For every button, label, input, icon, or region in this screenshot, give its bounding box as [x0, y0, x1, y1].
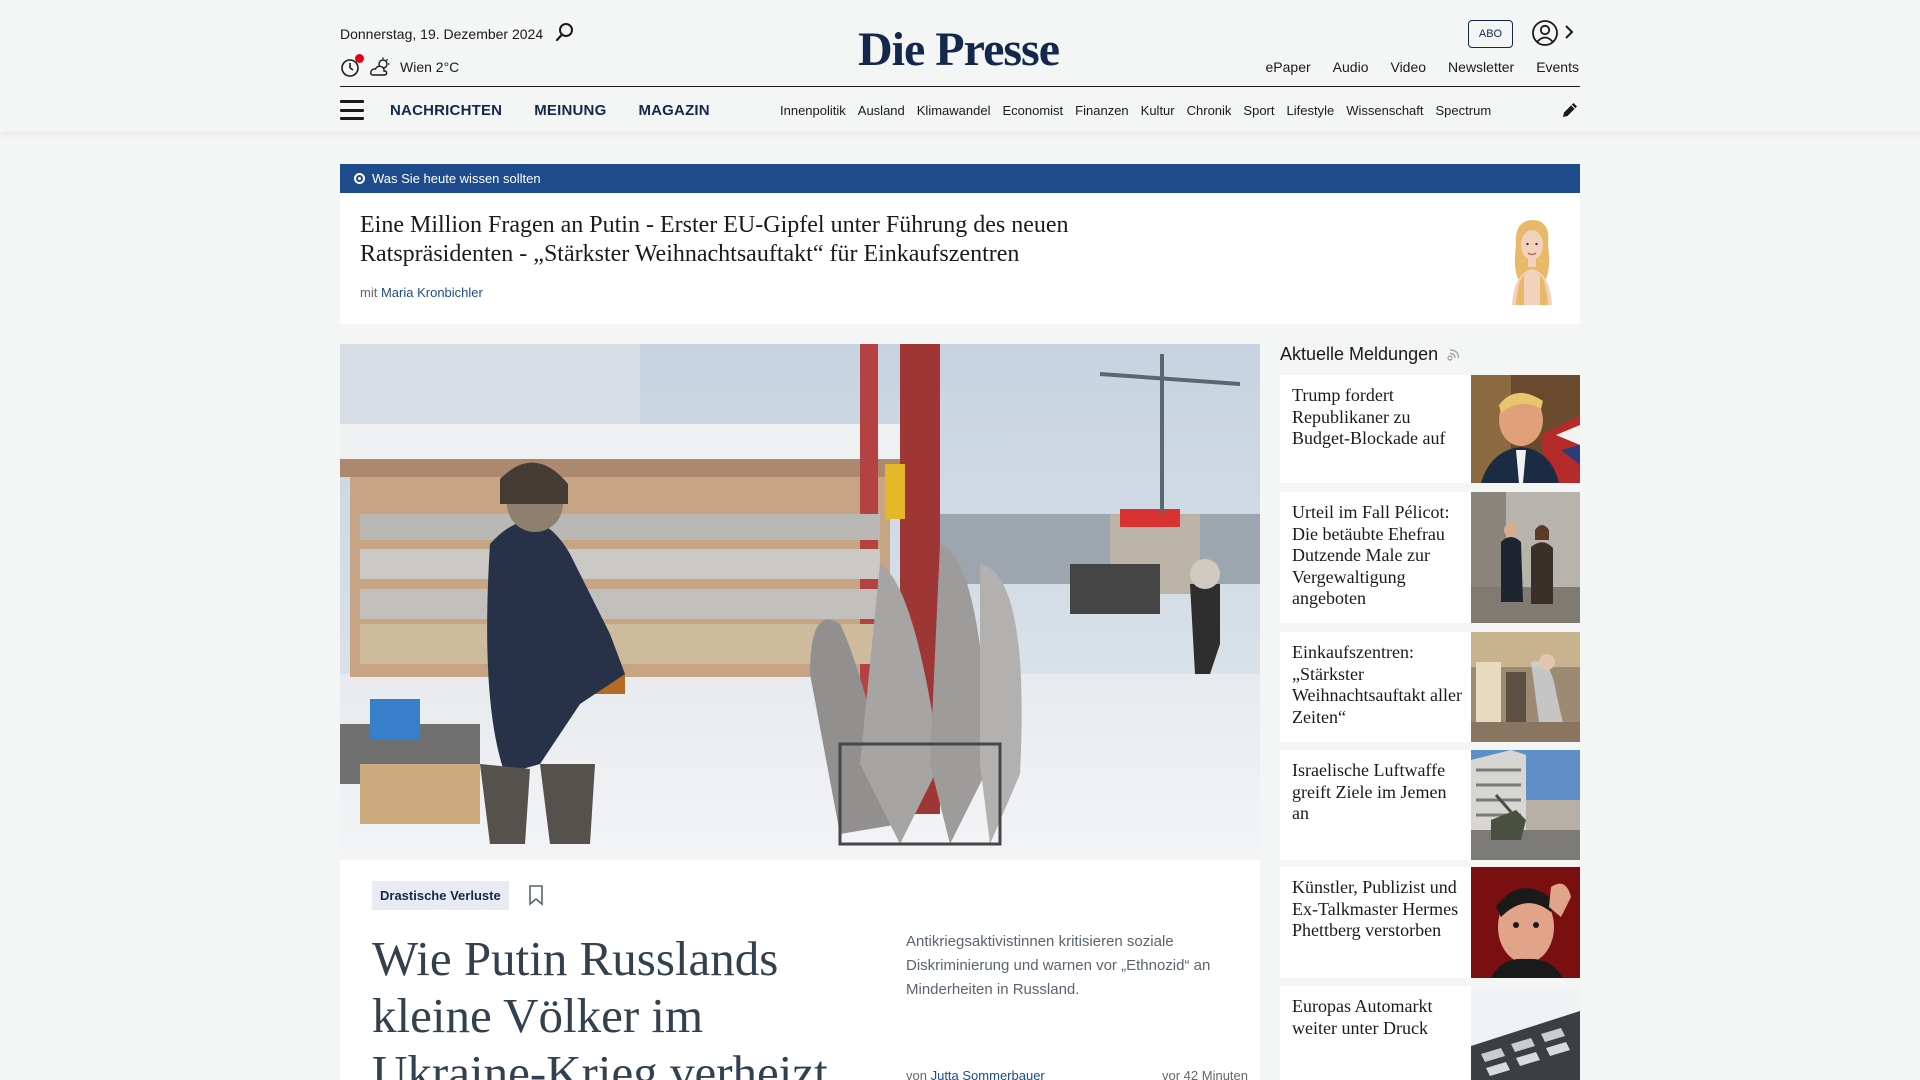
section-wissenschaft[interactable]: Wissenschaft [1346, 103, 1423, 118]
section-nav-fade [1520, 88, 1560, 132]
main-navigation: NACHRICHTEN MEINUNG MAGAZIN Innenpolitik… [340, 88, 1580, 132]
news-item-title: Trump fordert Republikaner zu Budget-Blo… [1292, 385, 1446, 448]
site-header: Donnerstag, 19. Dezember 2024 Wien 2°C D… [0, 0, 1920, 132]
briefing-author: mit Maria Kronbichler [360, 285, 483, 300]
briefing-dot-icon [354, 173, 365, 184]
lead-article-teaser: Antikriegsaktivistinnen kritisieren sozi… [906, 933, 1211, 998]
pencil-icon[interactable] [1560, 100, 1580, 120]
abo-button[interactable]: ABO [1468, 20, 1513, 48]
news-item[interactable]: Israelische Luftwaffe greift Ziele im Je… [1280, 750, 1580, 860]
section-sport[interactable]: Sport [1243, 103, 1274, 118]
article-kicker[interactable]: Drastische Verluste [372, 881, 509, 910]
link-epaper[interactable]: ePaper [1266, 59, 1311, 75]
briefing-card[interactable]: Eine Million Fragen an Putin - Erster EU… [340, 193, 1580, 324]
section-lifestyle[interactable]: Lifestyle [1287, 103, 1335, 118]
link-audio[interactable]: Audio [1333, 59, 1369, 75]
nav-meinung[interactable]: MEINUNG [534, 102, 606, 119]
section-economist[interactable]: Economist [1002, 103, 1063, 118]
news-thumbnail [1471, 867, 1580, 978]
chevron-right-icon[interactable] [1563, 23, 1575, 41]
news-item-title: Israelische Luftwaffe greift Ziele im Je… [1292, 760, 1447, 823]
news-item-title: Europas Automarkt weiter unter Druck [1292, 996, 1433, 1038]
weather-cloud-sun-icon [370, 57, 390, 76]
notification-badge [355, 54, 364, 63]
news-item-title: Urteil im Fall Pélicot: Die betäubte Ehe… [1292, 502, 1450, 608]
lead-article-card: Drastische Verluste Wie Putin Russlands … [340, 860, 1260, 1080]
section-finanzen[interactable]: Finanzen [1075, 103, 1128, 118]
lead-article-byline: von Jutta Sommerbauer [906, 1068, 1045, 1080]
user-account-icon[interactable] [1531, 19, 1559, 47]
news-item[interactable]: Einkaufszentren: „Stärkster Weihnachtsau… [1280, 632, 1580, 742]
section-spectrum[interactable]: Spectrum [1436, 103, 1492, 118]
section-nav: Innenpolitik Ausland Klimawandel Economi… [780, 88, 1558, 132]
lead-article-image[interactable] [340, 344, 1260, 860]
author-prefix: mit [360, 285, 378, 300]
utility-links: ePaper Audio Video Newsletter Events [1266, 59, 1579, 75]
weather-text: Wien 2°C [400, 59, 460, 75]
news-thumbnail [1471, 750, 1580, 860]
site-logo[interactable]: Die Presse [858, 22, 1060, 78]
search-icon[interactable] [555, 22, 575, 42]
news-item[interactable]: Urteil im Fall Pélicot: Die betäubte Ehe… [1280, 492, 1580, 623]
news-item[interactable]: Trump fordert Republikaner zu Budget-Blo… [1280, 375, 1580, 483]
section-kultur[interactable]: Kultur [1141, 103, 1175, 118]
notification-icon[interactable] [340, 54, 364, 78]
current-date: Donnerstag, 19. Dezember 2024 [340, 26, 544, 42]
news-thumbnail [1471, 986, 1580, 1080]
briefing-author-name[interactable]: Maria Kronbichler [381, 285, 483, 300]
news-thumbnail [1471, 492, 1580, 623]
latest-news-title: Aktuelle Meldungen [1280, 344, 1439, 364]
news-item[interactable]: Europas Automarkt weiter unter Druck [1280, 986, 1580, 1080]
briefing-title[interactable]: Eine Million Fragen an Putin - Erster EU… [360, 211, 1200, 269]
byline-author[interactable]: Jutta Sommerbauer [931, 1068, 1045, 1080]
section-klimawandel[interactable]: Klimawandel [917, 103, 991, 118]
lead-article-headline[interactable]: Wie Putin Russlands kleine Völker im Ukr… [372, 930, 872, 1080]
news-item[interactable]: Künstler, Publizist und Ex-Talkmaster He… [1280, 867, 1580, 978]
link-newsletter[interactable]: Newsletter [1448, 59, 1514, 75]
article-timestamp: vor 42 Minuten [1162, 1068, 1248, 1080]
menu-icon[interactable] [340, 100, 364, 120]
news-item-title: Einkaufszentren: „Stärkster Weihnachtsau… [1292, 642, 1462, 727]
weather-widget: Wien 2°C [340, 54, 460, 78]
news-thumbnail [1471, 632, 1580, 742]
news-thumbnail [1471, 375, 1580, 483]
news-item-title: Künstler, Publizist und Ex-Talkmaster He… [1292, 877, 1459, 940]
header-divider [340, 86, 1580, 87]
market-photo [340, 344, 1260, 860]
author-avatar [1512, 220, 1552, 305]
primary-nav: NACHRICHTEN MEINUNG MAGAZIN [390, 102, 710, 119]
latest-news-heading: Aktuelle Meldungen [1280, 344, 1460, 365]
live-signal-icon [1447, 348, 1460, 361]
nav-nachrichten[interactable]: NACHRICHTEN [390, 102, 502, 119]
briefing-bar-label: Was Sie heute wissen sollten [372, 171, 541, 186]
bookmark-icon[interactable] [527, 884, 545, 906]
nav-magazin[interactable]: MAGAZIN [638, 102, 709, 119]
section-chronik[interactable]: Chronik [1187, 103, 1232, 118]
link-events[interactable]: Events [1536, 59, 1579, 75]
byline-prefix: von [906, 1068, 927, 1080]
section-innenpolitik[interactable]: Innenpolitik [780, 103, 846, 118]
link-video[interactable]: Video [1390, 59, 1426, 75]
briefing-bar[interactable]: Was Sie heute wissen sollten [340, 164, 1580, 193]
section-ausland[interactable]: Ausland [858, 103, 905, 118]
